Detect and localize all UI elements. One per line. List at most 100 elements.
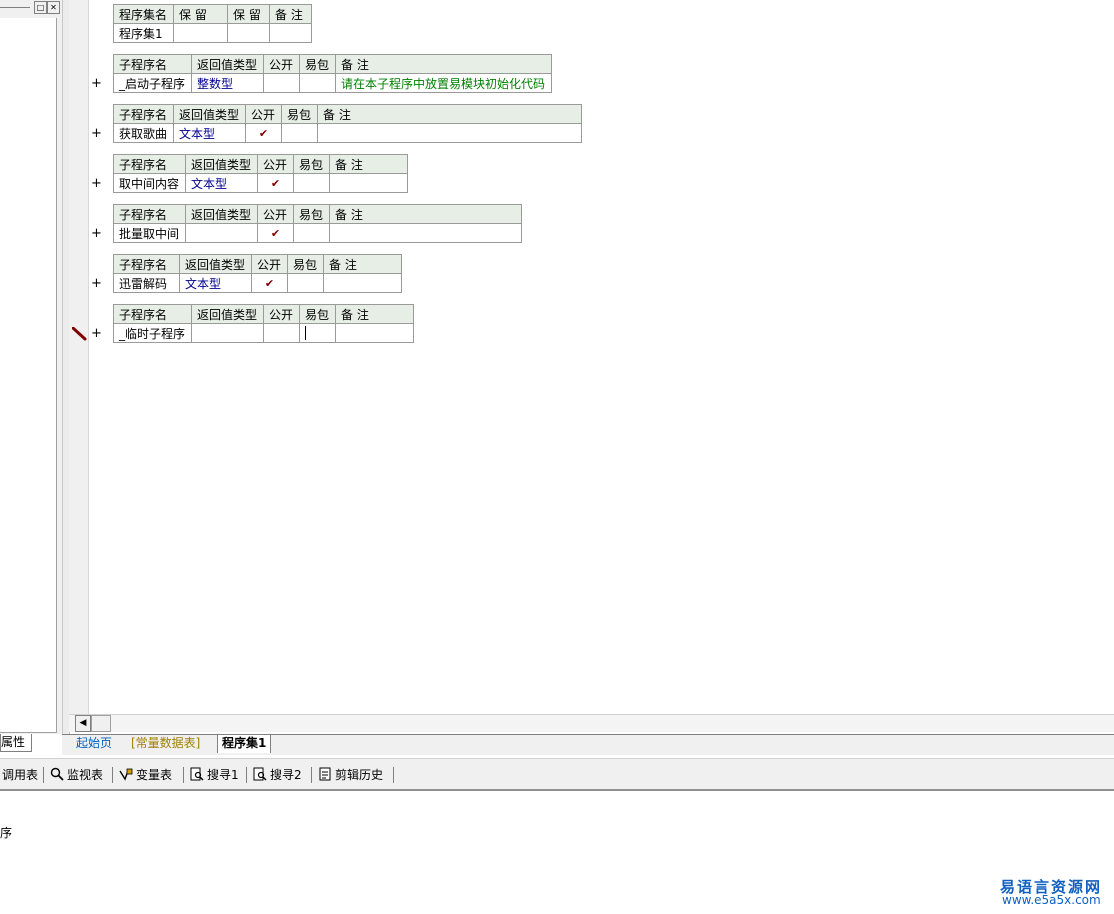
subroutine-name[interactable]: 批量取中间 — [113, 223, 186, 243]
public-flag[interactable]: ✔ — [245, 123, 282, 143]
expand-toggle[interactable]: + — [91, 176, 102, 191]
tab-program-set[interactable]: 程序集1 — [217, 735, 272, 753]
public-flag[interactable]: ✔ — [251, 273, 288, 293]
remark-cell[interactable] — [317, 123, 582, 143]
scroll-thumb[interactable] — [91, 715, 111, 732]
expand-toggle[interactable]: + — [91, 326, 102, 341]
header-cell: 易包 — [299, 304, 336, 324]
public-flag[interactable]: ✔ — [257, 173, 294, 193]
search2-label: 搜寻2 — [270, 768, 302, 782]
output-text: 序 — [0, 826, 13, 840]
header-cell: 公开 — [263, 54, 300, 74]
calls-table-button[interactable]: 调用表 — [2, 767, 38, 783]
properties-list[interactable] — [0, 18, 57, 733]
expand-toggle[interactable]: + — [91, 126, 102, 141]
toolbar-separator — [246, 767, 247, 783]
remark-cell[interactable] — [329, 173, 408, 193]
header-cell: 返回值类型 — [191, 54, 264, 74]
header-cell: 子程序名 — [113, 54, 192, 74]
search-doc-icon — [190, 767, 204, 781]
editor-gutter — [69, 0, 89, 714]
remark-cell[interactable] — [335, 323, 414, 343]
variables-icon — [119, 768, 133, 781]
subroutine-name[interactable]: 获取歌曲 — [113, 123, 174, 143]
program-set-name[interactable]: 程序集1 — [113, 23, 174, 43]
expand-toggle[interactable]: + — [91, 276, 102, 291]
watch-table-button[interactable]: 监视表 — [50, 767, 103, 783]
expand-toggle[interactable]: + — [91, 76, 102, 91]
header-cell: 易包 — [299, 54, 336, 74]
header-cell: 子程序名 — [113, 104, 174, 124]
variables-table-label: 变量表 — [136, 768, 173, 782]
return-type[interactable] — [185, 223, 258, 243]
toolbar-separator — [311, 767, 312, 783]
tab-properties[interactable]: 属性 — [0, 734, 32, 752]
return-type[interactable]: 整数型 — [191, 73, 264, 93]
header-cell: 备 注 — [323, 254, 402, 274]
header-cell: 子程序名 — [113, 304, 192, 324]
pkg-flag[interactable] — [299, 323, 336, 343]
public-flag[interactable] — [263, 323, 300, 343]
subroutine-name[interactable]: _临时子程序 — [113, 323, 192, 343]
subroutine-name[interactable]: 取中间内容 — [113, 173, 186, 193]
return-type[interactable] — [191, 323, 264, 343]
toolbar-separator — [393, 767, 394, 783]
panel-titlebar: □ ✕ — [0, 0, 62, 16]
search2-button[interactable]: 搜寻2 — [253, 767, 302, 783]
toolbar-separator — [43, 767, 44, 783]
header-cell: 公开 — [257, 204, 294, 224]
header-cell: 公开 — [257, 154, 294, 174]
reserved-cell[interactable] — [227, 23, 270, 43]
toolbar-separator — [183, 767, 184, 783]
remark-cell[interactable] — [269, 23, 312, 43]
subroutine-name[interactable]: _启动子程序 — [113, 73, 192, 93]
watch-table-label: 监视表 — [67, 768, 104, 782]
reserved-cell[interactable] — [173, 23, 228, 43]
maximize-icon[interactable]: □ — [34, 1, 47, 14]
remark-cell[interactable]: 请在本子程序中放置易模块初始化代码 — [335, 73, 552, 93]
text-cursor — [305, 325, 306, 340]
search1-button[interactable]: 搜寻1 — [190, 767, 239, 783]
header-cell: 保 留 — [173, 4, 228, 24]
variables-table-button[interactable]: 变量表 — [119, 767, 172, 783]
public-flag[interactable] — [263, 73, 300, 93]
subroutine-table: 子程序名 返回值类型 公开 易包 备 注 迅雷解码 文本型 ✔ — [113, 254, 402, 293]
scroll-left-icon[interactable]: ◀ — [75, 715, 91, 732]
remark-cell[interactable] — [329, 223, 522, 243]
clip-history-button[interactable]: 剪辑历史 — [318, 767, 383, 783]
header-cell: 备 注 — [317, 104, 582, 124]
header-cell: 公开 — [251, 254, 288, 274]
subroutine-name[interactable]: 迅雷解码 — [113, 273, 180, 293]
toolbar-separator — [112, 767, 113, 783]
close-icon[interactable]: ✕ — [47, 1, 60, 14]
header-cell: 子程序名 — [113, 204, 186, 224]
return-type[interactable]: 文本型 — [185, 173, 258, 193]
pkg-flag[interactable] — [287, 273, 324, 293]
public-flag[interactable]: ✔ — [257, 223, 294, 243]
header-cell: 备 注 — [329, 204, 522, 224]
tab-constants[interactable]: [常量数据表] — [127, 735, 204, 753]
header-cell: 子程序名 — [113, 254, 180, 274]
pkg-flag[interactable] — [293, 223, 330, 243]
edit-pencil-icon — [72, 327, 87, 341]
pkg-flag[interactable] — [293, 173, 330, 193]
subroutine-table: 子程序名 返回值类型 公开 易包 备 注 批量取中间 ✔ — [113, 204, 522, 243]
horizontal-scrollbar[interactable]: ◀ — [69, 714, 1114, 732]
search1-label: 搜寻1 — [207, 768, 239, 782]
expand-toggle[interactable]: + — [91, 226, 102, 241]
tab-start-page[interactable]: 起始页 — [72, 735, 116, 753]
subroutine-table: 子程序名 返回值类型 公开 易包 备 注 _启动子程序 整数型 请在本子程序中放… — [113, 54, 552, 93]
header-cell: 易包 — [293, 204, 330, 224]
watermark-url: www.e5a5x.com — [1002, 893, 1101, 907]
remark-cell[interactable] — [323, 273, 402, 293]
subroutine-table: 子程序名 返回值类型 公开 易包 备 注 _临时子程序 — [113, 304, 414, 343]
header-cell: 备 注 — [335, 54, 552, 74]
pkg-flag[interactable] — [299, 73, 336, 93]
header-cell: 返回值类型 — [185, 154, 258, 174]
header-cell: 备 注 — [335, 304, 414, 324]
header-cell: 易包 — [287, 254, 324, 274]
header-cell: 备 注 — [329, 154, 408, 174]
return-type[interactable]: 文本型 — [179, 273, 252, 293]
return-type[interactable]: 文本型 — [173, 123, 246, 143]
pkg-flag[interactable] — [281, 123, 318, 143]
